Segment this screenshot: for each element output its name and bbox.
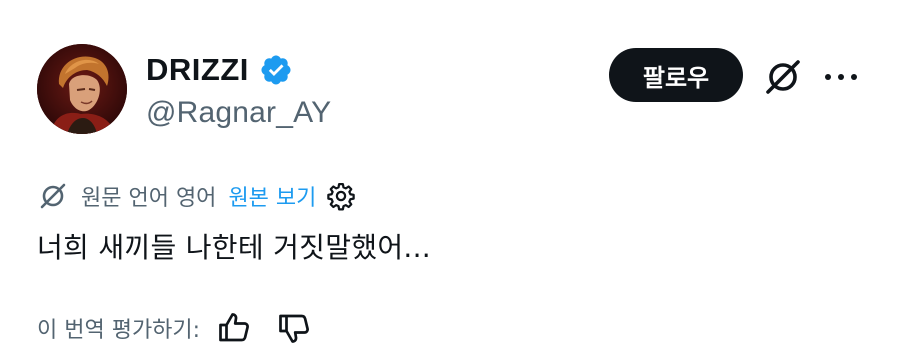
translation-source-label: 원문 언어 영어 [81, 186, 217, 211]
display-name-row: DRIZZI [146, 50, 293, 90]
rate-translation-row: 이 번역 평가하기: [37, 310, 312, 346]
view-original-link[interactable]: 원본 보기 [228, 180, 316, 212]
gear-icon[interactable] [326, 181, 356, 211]
thumb-down-icon[interactable] [276, 310, 312, 346]
avatar-image [37, 44, 127, 134]
rate-translation-label: 이 번역 평가하기: [37, 318, 201, 343]
tweet-text: 너희 새끼들 나한테 거짓말했어... [37, 231, 431, 264]
display-name[interactable]: DRIZZI [146, 52, 249, 88]
verified-badge-icon[interactable] [259, 53, 293, 87]
more-dots-icon[interactable] [822, 60, 860, 94]
translation-bar: 원문 언어 영어 원본 보기 [37, 178, 356, 214]
grok-slash-icon [40, 183, 66, 209]
grok-slash-icon[interactable] [762, 56, 804, 98]
thumb-up-icon[interactable] [216, 310, 252, 346]
follow-button[interactable]: 팔로우 [609, 48, 743, 102]
user-handle[interactable]: @Ragnar_AY [146, 96, 331, 130]
avatar[interactable] [37, 44, 127, 134]
